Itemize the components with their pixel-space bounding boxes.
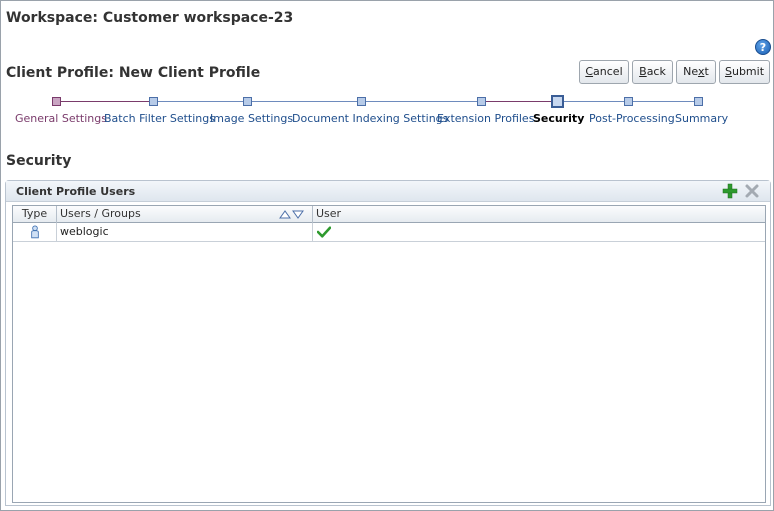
back-button-mnemonic: B — [639, 65, 647, 78]
cancel-button-mnemonic: C — [585, 65, 594, 78]
train-stop-document-indexing-settings[interactable] — [357, 97, 366, 106]
next-button-text-rest: t — [704, 65, 709, 78]
train-connector — [153, 101, 247, 102]
train-step-document-indexing-settings[interactable]: Document Indexing Settings — [292, 112, 448, 125]
train-step-general-settings[interactable]: General Settings — [15, 112, 107, 125]
table-header: Type Users / Groups User — [13, 206, 765, 223]
cancel-button-text-rest: ancel — [593, 65, 623, 78]
column-header-type[interactable]: Type — [13, 206, 57, 223]
type-cell — [13, 223, 57, 242]
train-step-batch-filter-settings[interactable]: Batch Filter Settings — [104, 112, 215, 125]
column-header-user[interactable]: User — [313, 206, 765, 223]
train-stop-summary[interactable] — [694, 97, 703, 106]
cancel-button[interactable]: Cancel — [579, 60, 629, 84]
user-icon — [31, 225, 39, 239]
back-button-text-rest: ack — [646, 65, 666, 78]
app-frame: Workspace: Customer workspace-23 ? Clien… — [0, 0, 774, 511]
delete-icon[interactable] — [744, 183, 760, 199]
train-step-security: Security — [533, 112, 585, 125]
panel-title: Client Profile Users — [16, 185, 136, 198]
panel-header: Client Profile Users — [6, 181, 770, 202]
train-connector — [61, 101, 153, 102]
client-profile-users-panel: Client Profile Users Type Users / Groups… — [5, 180, 771, 506]
train-stop-security — [551, 95, 564, 108]
check-icon — [317, 226, 331, 238]
train-step-extension-profiles[interactable]: Extension Profiles — [437, 112, 534, 125]
column-header-users-groups[interactable]: Users / Groups — [57, 206, 313, 223]
next-button-text: Ne — [683, 65, 698, 78]
train-stop-extension-profiles[interactable] — [477, 97, 486, 106]
train-connector — [557, 101, 628, 102]
train-step-image-settings[interactable]: Image Settings — [210, 112, 293, 125]
train-step-post-processing[interactable]: Post-Processing — [589, 112, 675, 125]
train-stop-batch-filter-settings[interactable] — [149, 97, 158, 106]
train-stop-post-processing[interactable] — [624, 97, 633, 106]
add-icon[interactable] — [722, 183, 738, 199]
train-connector — [481, 101, 557, 102]
client-profile-title: Client Profile: New Client Profile — [6, 65, 261, 81]
train-step-summary[interactable]: Summary — [675, 112, 728, 125]
train-stop-image-settings[interactable] — [243, 97, 252, 106]
sort-icon[interactable] — [279, 209, 305, 220]
train-stop-general-settings[interactable] — [52, 97, 61, 106]
train-connector — [628, 101, 698, 102]
submit-button[interactable]: Submit — [719, 60, 770, 84]
users-table: Type Users / Groups User weblogic — [12, 205, 766, 503]
train-connector — [247, 101, 361, 102]
user-cell — [313, 223, 765, 242]
submit-button-text-rest: ubmit — [731, 65, 765, 78]
users-groups-cell: weblogic — [57, 223, 313, 242]
submit-button-mnemonic: S — [724, 65, 732, 78]
train-connector — [361, 101, 481, 102]
back-button[interactable]: Back — [632, 60, 673, 84]
next-button[interactable]: Next — [676, 60, 716, 84]
table-row[interactable]: weblogic — [13, 223, 765, 242]
workspace-title: Workspace: Customer workspace-23 — [6, 10, 294, 26]
section-title: Security — [6, 153, 72, 169]
help-icon[interactable]: ? — [755, 39, 771, 55]
